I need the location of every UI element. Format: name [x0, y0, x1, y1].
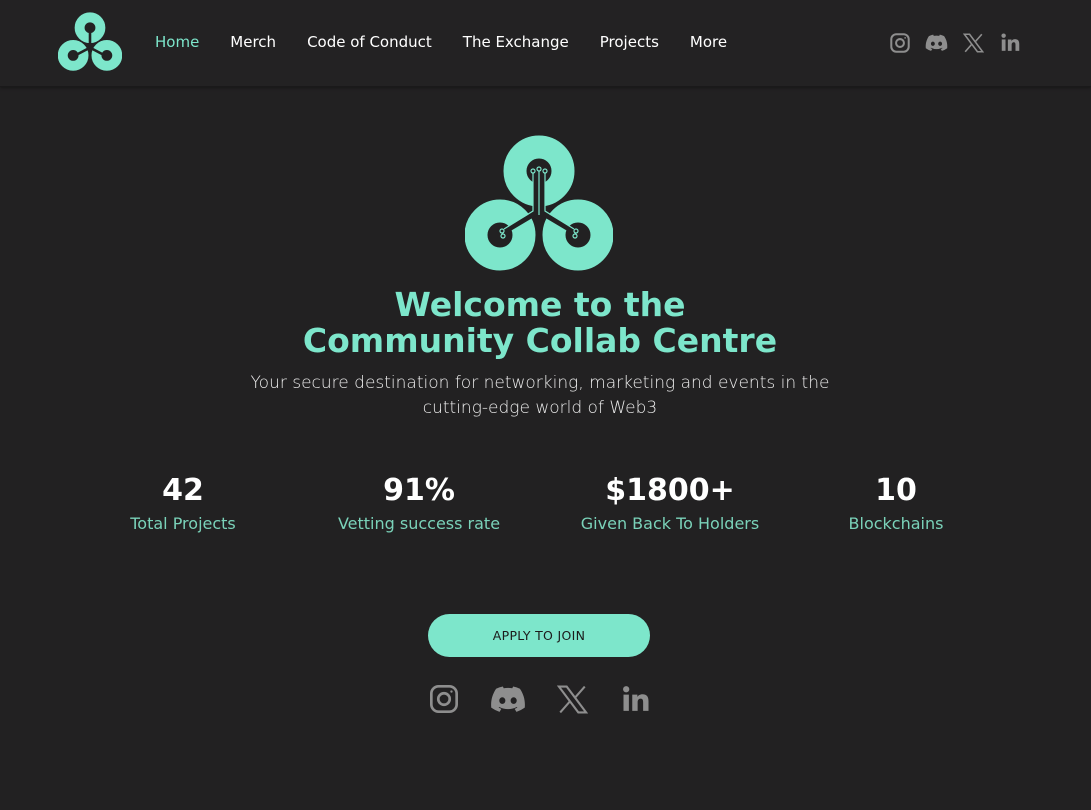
- hero-subtitle-line2: cutting-edge world of Web3: [422, 398, 658, 418]
- triskelion-logo-icon[interactable]: [58, 12, 122, 72]
- stat-given-back-to-holders: $1800+ Given Back To Holders: [570, 472, 770, 534]
- nav-item-the-exchange[interactable]: The Exchange: [463, 30, 569, 54]
- stat-value: 42: [162, 473, 204, 508]
- nav-item-more[interactable]: More: [690, 30, 727, 54]
- x-icon[interactable]: [554, 682, 590, 716]
- hero-title-line1: Welcome to the: [394, 285, 686, 324]
- hero-subtitle-line1: Your secure destination for networking, …: [250, 373, 830, 393]
- page: Home Merch Code of Conduct The Exchange …: [0, 0, 1091, 810]
- discord-icon[interactable]: [925, 31, 948, 54]
- linkedin-icon[interactable]: [999, 31, 1022, 54]
- linkedin-icon[interactable]: [618, 682, 654, 716]
- stat-label: Vetting success rate: [337, 514, 501, 533]
- site-header: Home Merch Code of Conduct The Exchange …: [0, 0, 1091, 87]
- stat-blockchains: 10 Blockchains: [826, 472, 966, 534]
- x-icon[interactable]: [962, 31, 985, 54]
- nav-item-projects[interactable]: Projects: [600, 30, 659, 54]
- instagram-icon[interactable]: [888, 31, 911, 54]
- hero-subtitle: Your secure destination for networking, …: [0, 371, 1080, 421]
- stat-value: $1800+: [605, 473, 735, 508]
- nav-item-code-of-conduct[interactable]: Code of Conduct: [307, 30, 432, 54]
- nav-item-home[interactable]: Home: [155, 30, 199, 54]
- stat-label: Given Back To Holders: [580, 514, 760, 533]
- discord-icon[interactable]: [490, 682, 526, 716]
- hero-title-line2: Community Collab Centre: [302, 321, 778, 360]
- stat-value: 91%: [383, 473, 455, 508]
- triskelion-logo-icon: [465, 135, 613, 271]
- stat-label: Blockchains: [848, 514, 944, 533]
- header-social-links: [888, 31, 1022, 54]
- instagram-icon[interactable]: [426, 682, 462, 716]
- stat-label: Total Projects: [130, 514, 236, 533]
- stat-vetting-success-rate: 91% Vetting success rate: [324, 472, 514, 534]
- nav-item-merch[interactable]: Merch: [230, 30, 276, 54]
- footer-social-links: [426, 682, 654, 716]
- stat-total-projects: 42 Total Projects: [103, 472, 263, 534]
- hero-title: Welcome to the Community Collab Centre: [0, 287, 1080, 359]
- main-nav: Home Merch Code of Conduct The Exchange …: [155, 30, 758, 54]
- stat-value: 10: [875, 473, 917, 508]
- apply-to-join-button[interactable]: APPLY TO JOIN: [428, 614, 650, 657]
